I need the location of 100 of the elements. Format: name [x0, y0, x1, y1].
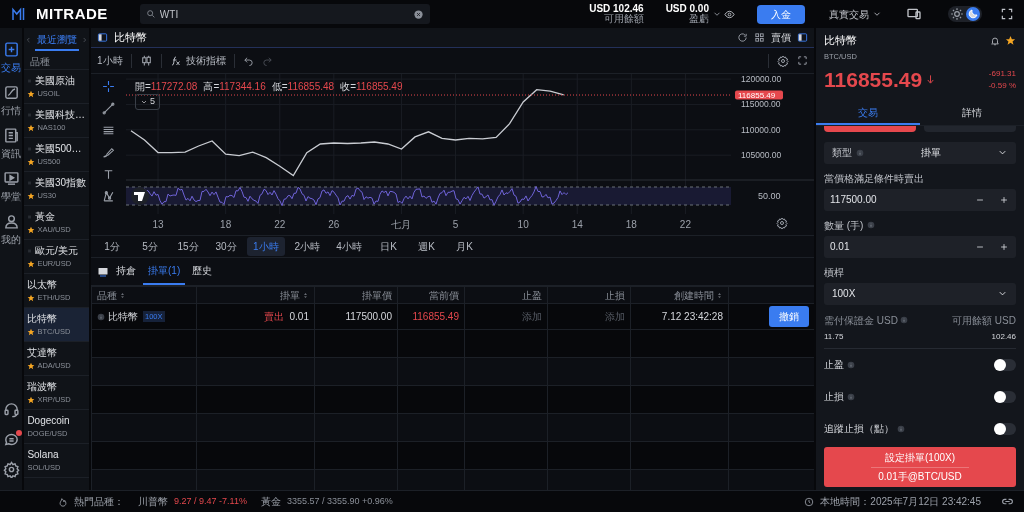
toggle-switch[interactable] [994, 358, 1016, 371]
theme-toggle[interactable] [948, 6, 982, 22]
bell-icon[interactable] [990, 35, 1000, 46]
direction-tab[interactable] [824, 125, 916, 132]
column-header: 品種 [24, 52, 89, 70]
interval-selector[interactable]: 1小時 [97, 53, 123, 68]
chat-icon[interactable] [2, 431, 20, 448]
column-header: 掛單價 [314, 286, 398, 304]
star-icon[interactable] [1005, 35, 1016, 47]
info-icon [846, 392, 855, 401]
settings-icon[interactable] [2, 461, 20, 478]
moon-icon [966, 7, 980, 21]
axis-label: 10 [517, 219, 529, 230]
toggle-switch[interactable] [994, 422, 1016, 435]
plus-icon [999, 194, 1009, 205]
settings-icon[interactable] [777, 54, 789, 67]
brand-name: MITRADE [36, 3, 108, 24]
chart-logo-icon [131, 187, 149, 205]
cancel-button[interactable]: 撤銷 [769, 306, 809, 327]
nav-item[interactable]: 我的 [1, 210, 22, 250]
refresh-icon[interactable] [737, 32, 748, 43]
timeframe-button[interactable]: 週K [409, 237, 444, 256]
star-icon[interactable] [27, 362, 36, 370]
star-icon[interactable] [27, 226, 36, 234]
watchlist-tab[interactable]: 最近瀏覽 [34, 29, 79, 51]
margin-value: 11.75 [824, 330, 844, 343]
nav-item[interactable]: 交易 [1, 38, 22, 78]
star-icon[interactable] [27, 124, 36, 132]
order-type-select[interactable]: 類型 掛單 [824, 141, 1016, 164]
field-label: 槓桿 [824, 265, 844, 280]
timeframe-button[interactable]: 15分 [171, 237, 205, 256]
settings-icon[interactable] [776, 217, 788, 230]
column-header[interactable]: 品種 [91, 286, 197, 304]
timeframe-button[interactable]: 30分 [209, 237, 243, 256]
price-change: -691.31 [988, 67, 1016, 80]
user-icon [2, 213, 20, 230]
text-tool-icon[interactable] [102, 168, 115, 181]
layout-grid-icon[interactable] [754, 32, 765, 43]
pattern-icon[interactable] [102, 190, 115, 203]
star-icon[interactable] [27, 90, 36, 98]
star-icon[interactable] [27, 192, 36, 200]
timeframe-button[interactable]: 1小時 [247, 237, 285, 256]
ticker-quote: 3355.57 / 3355.90 +0.96% [286, 494, 393, 508]
star-icon[interactable] [27, 396, 36, 404]
number-input[interactable]: 0.01 [824, 235, 968, 258]
axis-label: 5 [452, 219, 459, 230]
horizontal-lines-icon[interactable] [102, 124, 115, 137]
panel-icon[interactable] [97, 265, 109, 278]
timeframe-button[interactable]: 1分 [95, 237, 129, 256]
balance-amount: USD 0.00 [665, 3, 709, 15]
plus-button[interactable] [992, 235, 1016, 258]
clear-icon[interactable] [412, 8, 424, 20]
axis-label: 13 [152, 219, 164, 230]
axis-label: 50.00 [758, 191, 781, 201]
timeframe-button[interactable]: 5分 [133, 237, 167, 256]
brush-icon[interactable] [102, 146, 115, 159]
balance-label: 可用餘額 [603, 14, 644, 25]
orders-tab[interactable]: 持倉 [111, 258, 141, 285]
headset-icon[interactable] [2, 401, 20, 418]
column-header[interactable]: 掛單 [196, 286, 315, 304]
column-header[interactable]: 創建時間 [630, 286, 729, 304]
star-icon[interactable] [27, 260, 36, 268]
timeframe-button[interactable]: 月K [447, 237, 482, 256]
toggle-label: 追蹤止損（點） [824, 422, 894, 436]
available-value: 102.46 [991, 330, 1016, 343]
undo-icon[interactable] [242, 55, 254, 66]
price-mode-label[interactable]: 賣價 [771, 30, 791, 45]
toggle-switch[interactable] [994, 390, 1016, 403]
nav-item[interactable]: 行情 [1, 81, 22, 121]
timeframe-button[interactable]: 日K [371, 237, 406, 256]
panel-icon[interactable] [97, 32, 108, 43]
study-count-toggle[interactable]: 5 [135, 94, 160, 110]
panel-tab[interactable]: 交易 [816, 101, 920, 125]
panel-icon[interactable] [797, 32, 808, 43]
document-icon [2, 127, 20, 144]
axis-label: 18 [625, 219, 637, 230]
submit-order-button[interactable]: 設定掛單(100X) 0.01手@BTC/USD [824, 446, 1016, 487]
orders-tab[interactable]: 歷史 [187, 258, 218, 285]
nav-item[interactable]: 資訊 [1, 124, 22, 164]
account-menu[interactable]: 真實交易 [823, 5, 888, 23]
search-field[interactable]: WTI [139, 4, 430, 24]
panel-tab[interactable]: 詳情 [920, 101, 1024, 125]
crosshair-icon[interactable] [102, 80, 115, 93]
star-icon[interactable] [27, 158, 36, 166]
deposit-button[interactable]: 入金 [757, 4, 805, 24]
fullscreen-icon[interactable] [1000, 7, 1014, 21]
trend-line-icon[interactable] [102, 102, 115, 115]
number-input[interactable]: 117500.00 [824, 188, 968, 211]
balance-amount: USD 102.46 [589, 3, 644, 15]
timeframe-button[interactable]: 2小時 [288, 237, 327, 256]
nav-item[interactable]: 學堂 [1, 167, 22, 207]
plus-button[interactable] [992, 188, 1016, 211]
candlestick-icon[interactable] [139, 54, 153, 67]
leverage-select[interactable]: 100X [824, 282, 1016, 305]
eye-icon[interactable] [724, 8, 735, 20]
devices-icon[interactable] [906, 6, 922, 22]
star-icon[interactable] [27, 328, 36, 336]
timeframe-button[interactable]: 4小時 [330, 237, 368, 256]
indicators-button[interactable]: 技術指標 [169, 53, 226, 68]
star-icon[interactable] [27, 294, 36, 302]
